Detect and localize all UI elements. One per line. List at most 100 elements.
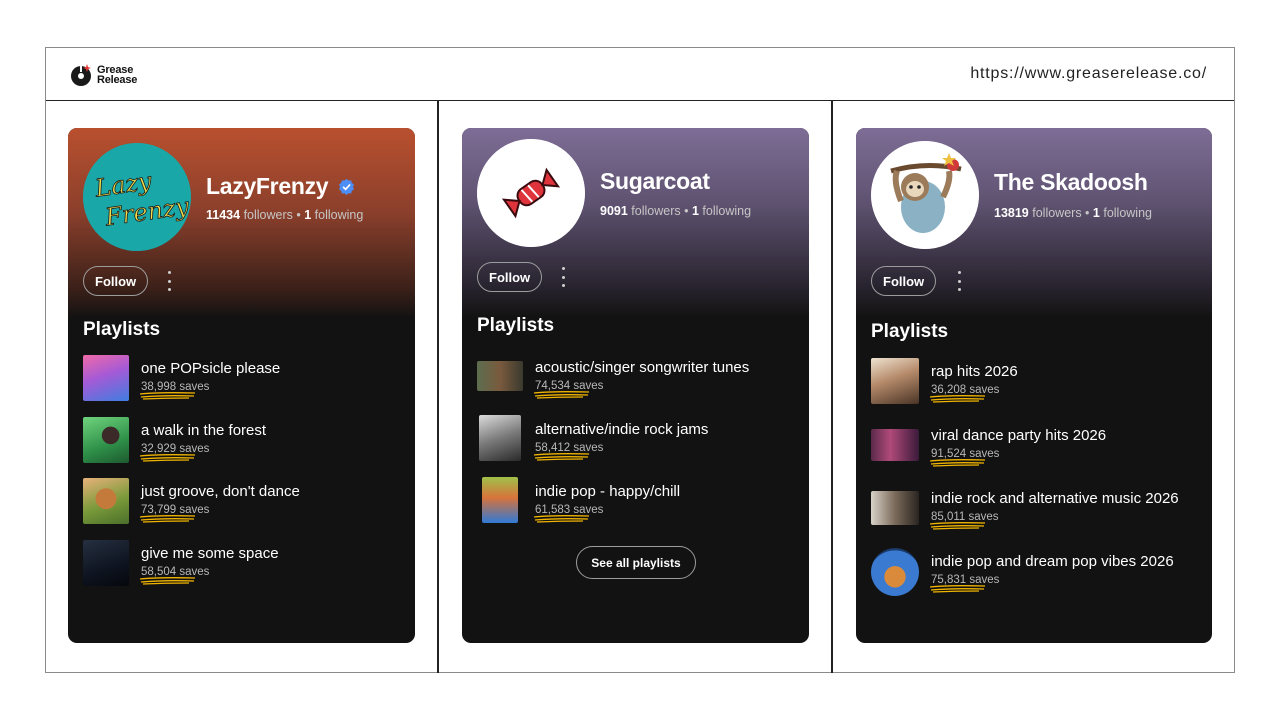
playlist-title: one POPsicle please	[141, 360, 281, 377]
followers-count: 13819	[994, 206, 1029, 220]
lazyfrenzy-logo-icon: Lazy Frenzy	[83, 143, 191, 251]
playlist-item[interactable]: just groove, don't dance 73,799 saves	[83, 478, 300, 524]
highlight-scribble-icon	[139, 392, 196, 400]
profile-card-lazyfrenzy: Lazy Frenzy LazyFrenzy 11434 followers •…	[68, 128, 415, 643]
playlist-item[interactable]: acoustic/singer songwriter tunes 74,534 …	[477, 353, 750, 399]
playlist-title: viral dance party hits 2026	[931, 427, 1107, 444]
profile-name: The Skadoosh	[994, 169, 1148, 195]
avatar[interactable]	[477, 139, 585, 247]
playlist-saves: 36,208 saves	[929, 384, 1018, 403]
playlist-saves: 85,011 saves	[929, 511, 1179, 530]
highlight-scribble-icon	[533, 453, 590, 461]
playlist-cover	[479, 415, 521, 461]
playlist-cover	[83, 355, 129, 401]
profile-name: LazyFrenzy	[206, 173, 329, 199]
highlight-scribble-icon	[139, 515, 196, 523]
follow-stats: 11434 followers • 1 following	[206, 208, 364, 222]
playlist-cover	[871, 429, 919, 461]
follow-button[interactable]: Follow	[871, 266, 937, 296]
followers-count: 11434	[206, 208, 241, 222]
verified-badge-icon	[339, 178, 355, 195]
highlight-scribble-icon	[533, 515, 590, 523]
profile-name-row: The Skadoosh	[994, 169, 1148, 196]
column-divider	[437, 101, 439, 673]
playlist-cover	[83, 478, 129, 524]
playlist-title: indie rock and alternative music 2026	[931, 490, 1179, 507]
profile-name-row: Sugarcoat	[600, 168, 710, 195]
playlist-item[interactable]: alternative/indie rock jams 58,412 saves	[477, 415, 708, 461]
playlist-item[interactable]: one POPsicle please 38,998 saves	[83, 355, 280, 401]
highlight-scribble-icon	[139, 454, 196, 462]
playlist-item[interactable]: indie pop - happy/chill 61,583 saves	[477, 477, 680, 523]
website-url[interactable]: https://www.greaserelease.co/	[970, 65, 1207, 83]
highlight-scribble-icon	[929, 459, 986, 467]
playlist-saves: 58,504 saves	[139, 566, 279, 585]
logo-line2: Release	[97, 74, 138, 86]
record-logo-icon	[71, 64, 91, 86]
follow-button[interactable]: Follow	[477, 262, 543, 292]
highlight-scribble-icon	[929, 522, 986, 530]
more-options-icon[interactable]	[560, 267, 566, 287]
playlist-title: a walk in the forest	[141, 422, 267, 439]
playlists-heading: Playlists	[871, 321, 949, 342]
playlist-cover	[83, 540, 129, 586]
playlist-item[interactable]: a walk in the forest 32,929 saves	[83, 417, 266, 463]
playlists-heading: Playlists	[83, 319, 161, 340]
highlight-scribble-icon	[929, 395, 986, 403]
following-count: 1	[691, 204, 699, 218]
follow-button[interactable]: Follow	[83, 266, 149, 296]
playlist-saves: 38,998 saves	[139, 381, 280, 400]
candy-icon	[477, 139, 585, 247]
playlist-saves: 91,524 saves	[929, 448, 1106, 467]
followers-label: followers	[1032, 206, 1082, 220]
grease-release-logo[interactable]: Grease Release	[70, 63, 137, 87]
playlist-title: just groove, don't dance	[141, 483, 300, 500]
playlist-cover	[871, 548, 919, 596]
playlist-saves: 61,583 saves	[533, 504, 680, 523]
see-all-playlists-button[interactable]: See all playlists	[576, 546, 696, 579]
more-options-icon[interactable]	[956, 271, 962, 291]
header-bar: Grease Release https://www.greaserelease…	[46, 48, 1234, 101]
playlist-saves: 74,534 saves	[533, 380, 749, 399]
following-label: following	[702, 204, 752, 218]
playlist-item[interactable]: indie rock and alternative music 2026 85…	[871, 485, 1179, 530]
playlist-title: indie pop and dream pop vibes 2026	[931, 553, 1174, 570]
playlist-saves: 32,929 saves	[139, 443, 266, 462]
followers-label: followers	[631, 204, 681, 218]
follow-stats: 9091 followers • 1 following	[600, 204, 752, 218]
logo-wordmark: Grease Release	[97, 65, 138, 86]
avatar[interactable]	[871, 141, 979, 249]
playlist-item[interactable]: rap hits 2026 36,208 saves	[871, 358, 1018, 404]
profile-name: Sugarcoat	[600, 168, 710, 194]
playlist-title: acoustic/singer songwriter tunes	[535, 359, 750, 376]
profile-card-the-skadoosh: The Skadoosh 13819 followers • 1 followi…	[856, 128, 1212, 643]
playlist-saves: 73,799 saves	[139, 504, 300, 523]
playlist-cover	[871, 491, 919, 525]
profile-name-row: LazyFrenzy	[206, 173, 355, 200]
playlist-cover	[482, 477, 518, 523]
highlight-scribble-icon	[929, 585, 986, 593]
playlists-heading: Playlists	[477, 315, 555, 336]
profile-card-sugarcoat: Sugarcoat 9091 followers • 1 following F…	[462, 128, 809, 643]
playlist-title: indie pop - happy/chill	[535, 483, 681, 500]
column-divider	[831, 101, 833, 673]
following-label: following	[1103, 206, 1152, 220]
sloth-icon	[871, 141, 979, 249]
playlist-item[interactable]: indie pop and dream pop vibes 2026 75,83…	[871, 548, 1174, 596]
avatar[interactable]: Lazy Frenzy	[83, 143, 191, 251]
highlight-scribble-icon	[139, 577, 196, 585]
following-count: 1	[304, 208, 312, 222]
more-options-icon[interactable]	[166, 271, 172, 291]
playlist-cover	[83, 417, 129, 463]
playlist-saves: 75,831 saves	[929, 574, 1174, 593]
following-label: following	[314, 208, 364, 222]
playlist-saves: 58,412 saves	[533, 442, 708, 461]
playlist-cover	[477, 361, 523, 391]
playlist-item[interactable]: give me some space 58,504 saves	[83, 540, 279, 586]
playlist-title: give me some space	[141, 545, 279, 562]
highlight-scribble-icon	[533, 391, 590, 399]
playlist-title: alternative/indie rock jams	[535, 421, 709, 438]
followers-count: 9091	[600, 204, 628, 218]
playlist-cover	[871, 358, 919, 404]
playlist-item[interactable]: viral dance party hits 2026 91,524 saves	[871, 422, 1107, 467]
